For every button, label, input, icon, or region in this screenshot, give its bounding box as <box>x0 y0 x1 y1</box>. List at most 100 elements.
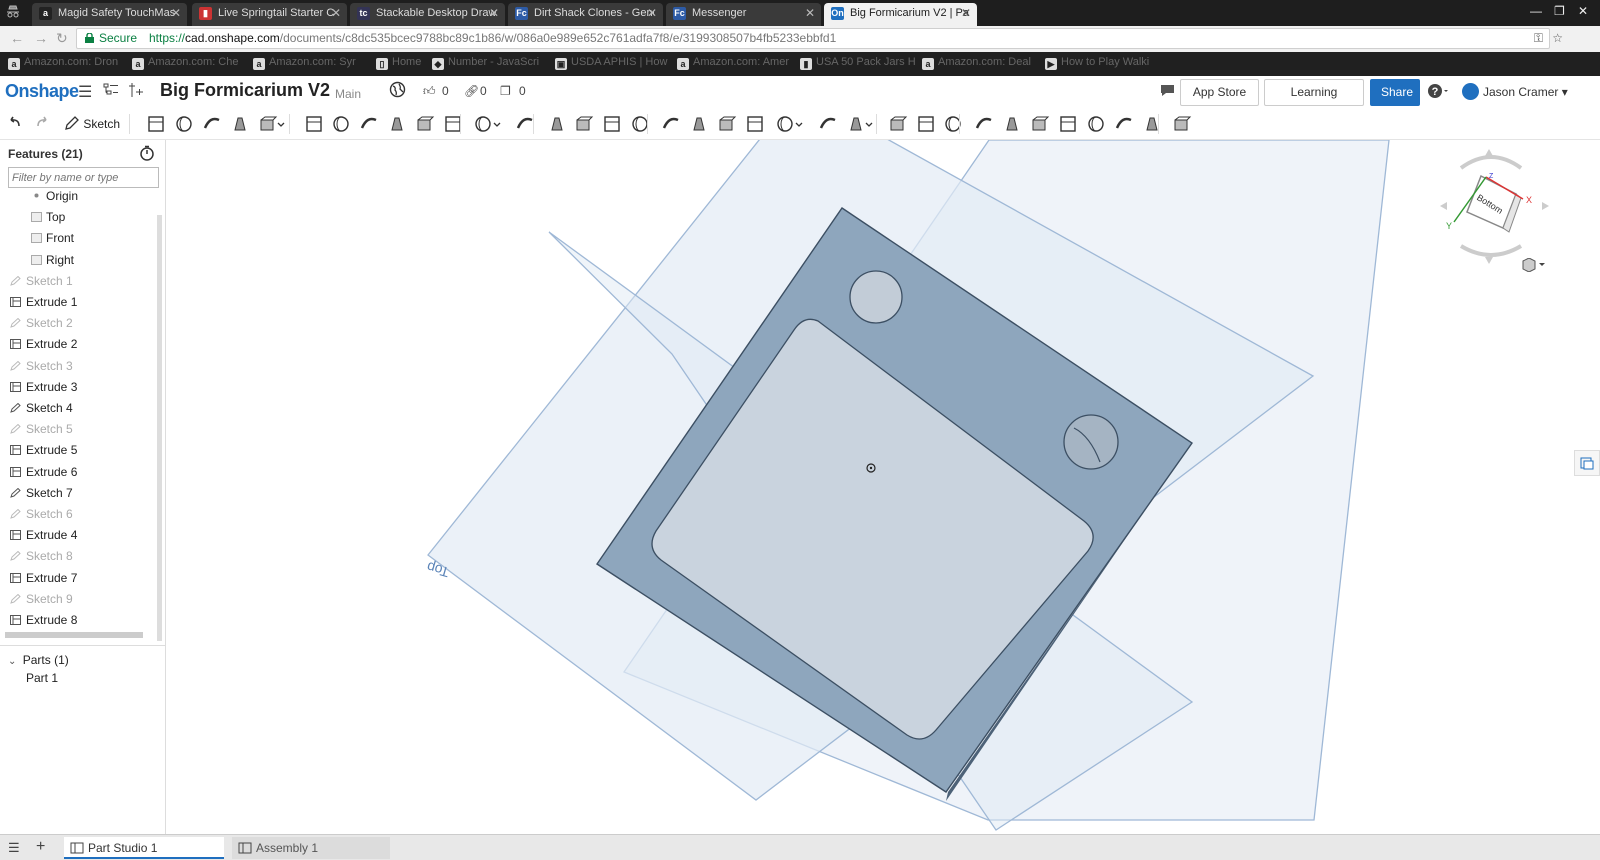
view-cube[interactable]: X Y Z Bottom <box>1431 146 1556 271</box>
redo-icon[interactable] <box>32 114 52 134</box>
feature-item-extrude[interactable]: Extrude 1 <box>10 292 77 312</box>
bookmark-item[interactable]: a Amazon.com: Che <box>132 56 238 70</box>
modify-fillet-icon[interactable] <box>661 114 681 134</box>
add-tab-icon[interactable]: + <box>36 838 45 856</box>
tab-close-icon[interactable]: ✕ <box>805 3 815 24</box>
insert-icon[interactable] <box>128 82 144 103</box>
dropdown-chevron-icon[interactable] <box>492 114 502 134</box>
feature-item-extrude[interactable]: Extrude 5 <box>10 440 77 460</box>
feature-item-origin[interactable]: Origin <box>34 186 78 206</box>
star-icon[interactable]: ☆ <box>1552 29 1563 48</box>
tab-close-icon[interactable]: ✕ <box>489 3 499 24</box>
import-icon[interactable] <box>916 114 936 134</box>
bookmark-item[interactable]: ▣ USDA APHIS | How <box>555 56 667 70</box>
feature-tree-icon[interactable] <box>103 82 119 103</box>
graphics-viewport[interactable]: Top X Y Z Bottom <box>166 140 1600 834</box>
feature-item-extrude[interactable]: Extrude 2 <box>10 334 77 354</box>
feature-item-plane[interactable]: Front <box>31 228 74 248</box>
bend-icon[interactable] <box>1058 114 1078 134</box>
feature-item-sketch[interactable]: Sketch 2 <box>10 313 73 333</box>
pattern-tool-icon[interactable] <box>473 114 493 134</box>
variable-icon[interactable] <box>943 114 963 134</box>
feature-item-sketch[interactable]: Sketch 5 <box>10 419 73 439</box>
app-store-button[interactable]: App Store <box>1180 79 1259 106</box>
config-panel-icon[interactable] <box>1574 450 1600 476</box>
key-icon[interactable]: ⚿ <box>1534 29 1543 48</box>
share-button[interactable]: Share <box>1370 79 1420 106</box>
bookmark-item[interactable]: ▮ USA 50 Pack Jars H <box>800 56 916 70</box>
feature-item-extrude[interactable]: Extrude 4 <box>10 525 77 545</box>
restore-icon[interactable]: ❐ <box>1554 4 1565 18</box>
transform-tool-icon[interactable] <box>602 114 622 134</box>
feature-item-extrude[interactable]: Extrude 7 <box>10 568 77 588</box>
like-icon[interactable]: 👍︎ <box>423 84 436 99</box>
part-item[interactable]: Part 1 <box>26 668 58 688</box>
feature-item-plane[interactable]: Top <box>31 207 65 227</box>
measure-icon[interactable] <box>888 114 908 134</box>
browser-tab[interactable]: tc Stackable Desktop Draw ✕ <box>350 3 505 26</box>
add-custom-feature-icon[interactable] <box>1172 114 1192 134</box>
dropdown-chevron-icon[interactable] <box>276 114 286 134</box>
onshape-logo[interactable]: Onshape <box>5 81 79 102</box>
bookmark-item[interactable]: ◆ Number - JavaScri <box>432 56 539 70</box>
feature-item-extrude[interactable]: Extrude 8 <box>10 610 77 630</box>
learning-center-button[interactable]: Learning Center <box>1264 79 1364 124</box>
forward-icon[interactable]: → <box>34 30 48 46</box>
sheet-metal-icon[interactable] <box>974 114 994 134</box>
menu-icon[interactable]: ☰ <box>78 82 92 102</box>
comments-icon[interactable] <box>1159 83 1176 103</box>
help-icon[interactable]: ? <box>1427 83 1449 104</box>
tab-close-icon[interactable]: ✕ <box>647 3 657 24</box>
feature-list-scrollbar[interactable] <box>157 215 162 641</box>
browser-tab[interactable]: Fc Messenger ✕ <box>666 3 821 26</box>
bookmark-item[interactable]: a Amazon.com: Deal <box>922 56 1031 70</box>
undo-icon[interactable] <box>5 114 25 134</box>
tab-manager-icon[interactable]: ☰ <box>8 840 20 856</box>
tab-close-icon[interactable]: ✕ <box>961 3 971 24</box>
dropdown-chevron-icon[interactable] <box>864 114 874 134</box>
tab-assembly[interactable]: Assembly 1 <box>232 837 390 859</box>
document-title[interactable]: Big Formicarium V2 <box>160 80 330 101</box>
browser-tab[interactable]: On Big Formicarium V2 | Pa ✕ <box>824 3 977 26</box>
feature-item-sketch[interactable]: Sketch 1 <box>10 271 73 291</box>
tab-close-icon[interactable]: ✕ <box>331 3 341 24</box>
tab-part-studio[interactable]: Part Studio 1 <box>64 837 224 859</box>
feature-item-extrude[interactable]: Extrude 6 <box>10 462 77 482</box>
replace-face-icon[interactable] <box>717 114 737 134</box>
offset-surface-icon[interactable] <box>745 114 765 134</box>
bookmark-item[interactable]: ▶ How to Play Walki <box>1045 56 1149 70</box>
user-menu[interactable]: Jason Cramer ▾ <box>1483 85 1568 99</box>
feature-item-sketch[interactable]: Sketch 7 <box>10 483 73 503</box>
bookmark-item[interactable]: a Amazon.com: Syr <box>253 56 356 70</box>
link-icon[interactable]: 🔗︎ <box>464 84 479 98</box>
plane-icon[interactable] <box>775 114 795 134</box>
feature-item-sketch[interactable]: Sketch 4 <box>10 398 73 418</box>
close-window-icon[interactable]: ✕ <box>1578 4 1588 18</box>
flange-icon[interactable] <box>1002 114 1022 134</box>
feature-item-extrude[interactable]: Extrude 3 <box>10 377 77 397</box>
split-tool-icon[interactable] <box>574 114 594 134</box>
user-avatar-icon[interactable] <box>1462 83 1479 100</box>
url-field[interactable]: Secure https://cad.onshape.com/documents… <box>76 28 1563 49</box>
move-face-icon[interactable] <box>689 114 709 134</box>
globe-icon[interactable] <box>389 81 406 103</box>
chamfer-tool-icon[interactable] <box>331 114 351 134</box>
unfold-icon[interactable] <box>1142 114 1162 134</box>
tab-icon[interactable] <box>1030 114 1050 134</box>
browser-tab[interactable]: Fc Dirt Shack Clones - Gene ✕ <box>508 3 663 26</box>
sweep-tool-icon[interactable] <box>202 114 222 134</box>
loft-tool-icon[interactable] <box>230 114 250 134</box>
feature-item-sketch[interactable]: Sketch 8 <box>10 546 73 566</box>
feature-item-sketch[interactable]: Sketch 3 <box>10 356 73 376</box>
feature-item-sketch[interactable]: Sketch 9 <box>10 589 73 609</box>
parts-header[interactable]: ⌄ Parts (1) <box>8 650 69 670</box>
helix-icon[interactable] <box>846 114 866 134</box>
mount-hole[interactable] <box>849 270 903 324</box>
feature-item-sketch[interactable]: Sketch 6 <box>10 504 73 524</box>
rib-tool-icon[interactable] <box>387 114 407 134</box>
minimize-icon[interactable]: — <box>1530 4 1542 18</box>
back-icon[interactable]: ← <box>10 30 24 46</box>
plane-tool-icon[interactable] <box>146 114 166 134</box>
workspace-label[interactable]: Main <box>335 87 361 101</box>
mount-hole[interactable] <box>1063 414 1119 470</box>
